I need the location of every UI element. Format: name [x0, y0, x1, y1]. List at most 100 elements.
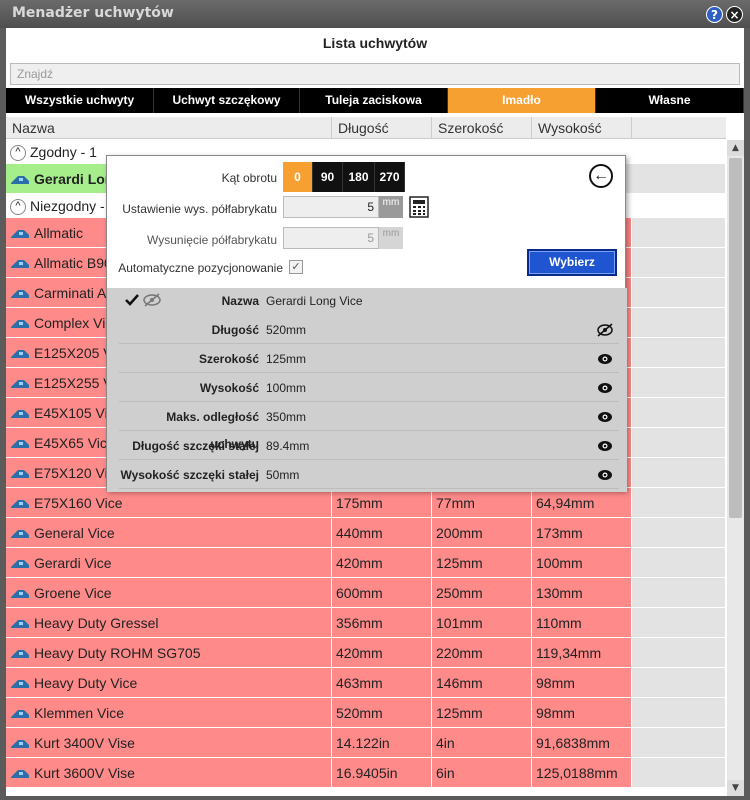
- cell-width: 146mm: [432, 668, 532, 698]
- cell-length: 16.9405in: [332, 758, 432, 788]
- property-value: 100mm: [266, 381, 307, 395]
- vise-icon: [11, 230, 29, 239]
- eye-icon[interactable]: [597, 352, 613, 366]
- property-key: Długość: [211, 323, 259, 337]
- cell-blank: [632, 218, 726, 248]
- vise-icon: [11, 530, 29, 539]
- cell-blank: [632, 428, 726, 458]
- cell-name: E75X160 Vice: [6, 488, 332, 518]
- tab-all[interactable]: Wszystkie uchwyty: [6, 88, 154, 113]
- table-row[interactable]: Heavy Duty Vice 463mm 146mm 98mm: [6, 668, 726, 698]
- cell-name: Klemmen Vice: [6, 698, 332, 728]
- eye-icon[interactable]: [597, 410, 613, 424]
- scroll-up-icon[interactable]: ▲: [727, 140, 744, 156]
- stock-setting-input[interactable]: 5: [283, 196, 379, 218]
- property-key: Wysokość szczęki stałej: [120, 468, 259, 482]
- cell-length: 420mm: [332, 638, 432, 668]
- cell-blank: [632, 728, 726, 758]
- table-row[interactable]: General Vice 440mm 200mm 173mm: [6, 518, 726, 548]
- property-key: Nazwa: [221, 294, 259, 308]
- table-row[interactable]: E75X160 Vice 175mm 77mm 64,94mm: [6, 488, 726, 518]
- vise-icon: [11, 410, 29, 419]
- tab-vise[interactable]: Imadło: [448, 88, 596, 113]
- vise-icon: [11, 176, 29, 185]
- vise-icon: [11, 290, 29, 299]
- collapse-icon[interactable]: ^: [10, 145, 26, 162]
- table-row[interactable]: Heavy Duty ROHM SG705 420mm 220mm 119,34mm: [6, 638, 726, 668]
- vise-icon: [11, 320, 29, 329]
- back-arrow-icon[interactable]: ←: [589, 164, 613, 188]
- list-title: Lista uchwytów: [322, 35, 428, 51]
- tab-chuck[interactable]: Uchwyt szczękowy: [154, 88, 300, 113]
- cell-height: 125,0188mm: [532, 758, 632, 788]
- eye-slash-icon[interactable]: [597, 323, 613, 337]
- table-row[interactable]: Klemmen Vice 520mm 125mm 98mm: [6, 698, 726, 728]
- cell-blank: [632, 698, 726, 728]
- cell-blank: [632, 278, 726, 308]
- scroll-down-icon[interactable]: ▼: [727, 780, 744, 796]
- property-value: 89.4mm: [266, 439, 310, 453]
- tab-collet[interactable]: Tuleja zaciskowa: [300, 88, 448, 113]
- vise-icon: [11, 500, 29, 509]
- cell-length: 356mm: [332, 608, 432, 638]
- auto-pos-label: Automatyczne pozycjonowanie: [118, 261, 283, 275]
- cell-length: 463mm: [332, 668, 432, 698]
- table-row[interactable]: Kurt 3600V Vise 16.9405in 6in 125,0188mm: [6, 758, 726, 788]
- property-row: Wysokość 100mm: [119, 375, 619, 402]
- stock-offset-unit: mm: [379, 227, 403, 249]
- property-value: 125mm: [266, 352, 307, 366]
- cell-blank: [632, 308, 726, 338]
- eye-icon[interactable]: [597, 381, 613, 395]
- cell-height: 98mm: [532, 668, 632, 698]
- help-icon[interactable]: ?: [706, 6, 723, 23]
- cell-name: Heavy Duty ROHM SG705: [6, 638, 332, 668]
- cell-name: Heavy Duty Gressel: [6, 608, 332, 638]
- rotation-90[interactable]: 90: [313, 162, 343, 192]
- tab-custom[interactable]: Własne: [596, 88, 744, 113]
- cell-blank: [632, 248, 726, 278]
- vise-icon: [11, 440, 29, 449]
- property-row: Szerokość 125mm: [119, 346, 619, 373]
- rotation-180[interactable]: 180: [343, 162, 375, 192]
- table-row[interactable]: Groene Vice 600mm 250mm 130mm: [6, 578, 726, 608]
- cell-blank: [632, 398, 726, 428]
- cell-name: Heavy Duty Vice: [6, 668, 332, 698]
- vise-icon: [11, 620, 29, 629]
- eye-icon[interactable]: [597, 468, 613, 482]
- close-icon[interactable]: ×: [726, 6, 743, 23]
- stock-setting-unit[interactable]: mm: [379, 196, 403, 218]
- cell-blank: [632, 458, 726, 488]
- col-width[interactable]: Szerokość: [432, 117, 532, 139]
- cell-width: 250mm: [432, 578, 532, 608]
- col-length[interactable]: Długość: [332, 117, 432, 139]
- search-input[interactable]: Znajdź: [10, 63, 740, 85]
- col-height[interactable]: Wysokość: [532, 117, 632, 139]
- table-row[interactable]: Gerardi Vice 420mm 125mm 100mm: [6, 548, 726, 578]
- cell-blank: [632, 338, 726, 368]
- rotation-270[interactable]: 270: [375, 162, 405, 192]
- calculator-icon[interactable]: [409, 196, 429, 218]
- property-row: Długość szczęki stałej 89.4mm: [119, 433, 619, 460]
- cell-width: 125mm: [432, 698, 532, 728]
- vise-icon: [11, 770, 29, 779]
- cell-length: 420mm: [332, 548, 432, 578]
- vise-icon: [11, 740, 29, 749]
- vise-icon: [11, 650, 29, 659]
- cell-width: 4in: [432, 728, 532, 758]
- scroll-thumb[interactable]: [729, 158, 742, 518]
- auto-pos-checkbox[interactable]: ✓: [289, 260, 303, 274]
- vise-icon: [11, 680, 29, 689]
- cell-blank: [632, 758, 726, 788]
- cell-length: 175mm: [332, 488, 432, 518]
- rotation-0[interactable]: 0: [283, 162, 313, 192]
- col-name[interactable]: Nazwa: [6, 117, 332, 139]
- cell-height: 100mm: [532, 548, 632, 578]
- select-button[interactable]: Wybierz: [527, 249, 617, 276]
- table-row[interactable]: Kurt 3400V Vise 14.122in 4in 91,6838mm: [6, 728, 726, 758]
- vertical-scrollbar[interactable]: ▲ ▼: [727, 140, 744, 796]
- table-row[interactable]: Heavy Duty Gressel 356mm 101mm 110mm: [6, 608, 726, 638]
- category-tabs: Wszystkie uchwyty Uchwyt szczękowy Tulej…: [6, 88, 744, 113]
- title-bar[interactable]: Menadżer uchwytów ? ×: [0, 0, 750, 28]
- collapse-icon[interactable]: ^: [10, 199, 26, 216]
- eye-icon[interactable]: [597, 439, 613, 453]
